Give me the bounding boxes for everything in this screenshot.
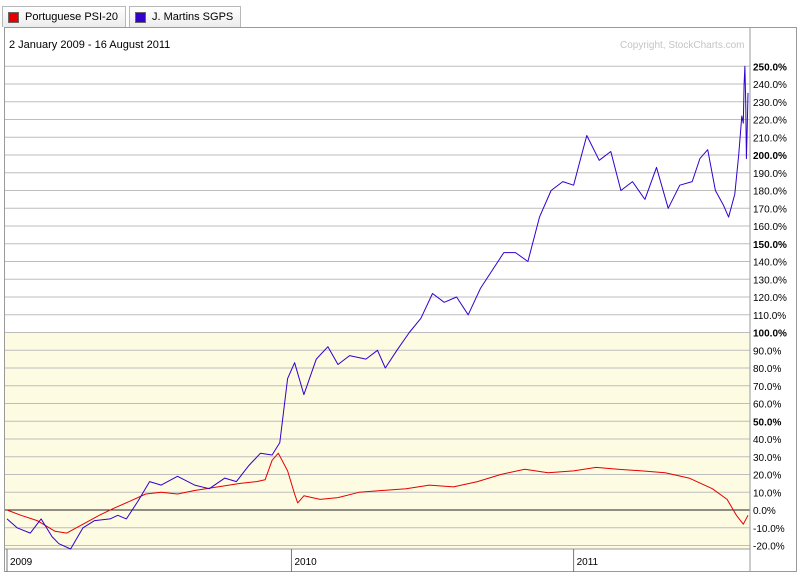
y-tick-label: 160.0% xyxy=(753,222,787,233)
date-range-label: 2 January 2009 - 16 August 2011 xyxy=(9,39,170,51)
x-tick-label: 2010 xyxy=(294,557,317,568)
y-axis-ticks: -20.0% -10.0% 0.0% 10.0% 20.0% 30.0% 40.0% 50.0… xyxy=(753,62,787,552)
x-tick-label: 2011 xyxy=(577,557,599,568)
y-tick-label: 150.0% xyxy=(753,240,787,251)
y-tick-label: 180.0% xyxy=(753,187,787,198)
y-tick-label: 80.0% xyxy=(753,364,781,375)
y-tick-label: 120.0% xyxy=(753,293,787,304)
x-axis-ticks: 2009 2010 2011 xyxy=(5,548,750,572)
y-tick-label: 190.0% xyxy=(753,169,787,180)
y-tick-label: 0.0% xyxy=(753,506,776,517)
x-tick-label: 2009 xyxy=(10,557,33,568)
y-tick-label: -10.0% xyxy=(753,524,785,535)
y-tick-label: 40.0% xyxy=(753,435,781,446)
y-tick-label: 100.0% xyxy=(753,329,787,340)
y-tick-label: 50.0% xyxy=(753,417,781,428)
y-tick-label: 210.0% xyxy=(753,133,787,144)
copyright-label: Copyright, StockCharts.com xyxy=(620,40,745,51)
y-tick-label: 140.0% xyxy=(753,258,787,269)
y-tick-label: 10.0% xyxy=(753,488,781,499)
y-tick-label: 130.0% xyxy=(753,275,787,286)
y-tick-label: 60.0% xyxy=(753,400,781,411)
y-tick-label: 20.0% xyxy=(753,471,781,482)
chart-svg: 2009 2010 2011 -20.0% -10.0% 0.0% 10.0% 20.0% 3… xyxy=(5,28,787,572)
y-tick-label: 70.0% xyxy=(753,382,781,393)
y-tick-label: 250.0% xyxy=(753,62,787,73)
y-tick-label: 240.0% xyxy=(753,80,787,91)
chart-background-shade xyxy=(5,332,750,549)
y-tick-label: -20.0% xyxy=(753,542,785,553)
y-tick-label: 170.0% xyxy=(753,204,787,215)
y-tick-label: 110.0% xyxy=(753,311,786,322)
y-tick-label: 230.0% xyxy=(753,98,787,109)
y-tick-label: 30.0% xyxy=(753,453,781,464)
y-tick-label: 90.0% xyxy=(753,346,781,357)
y-tick-label: 200.0% xyxy=(753,151,787,162)
y-tick-label: 220.0% xyxy=(753,116,787,127)
